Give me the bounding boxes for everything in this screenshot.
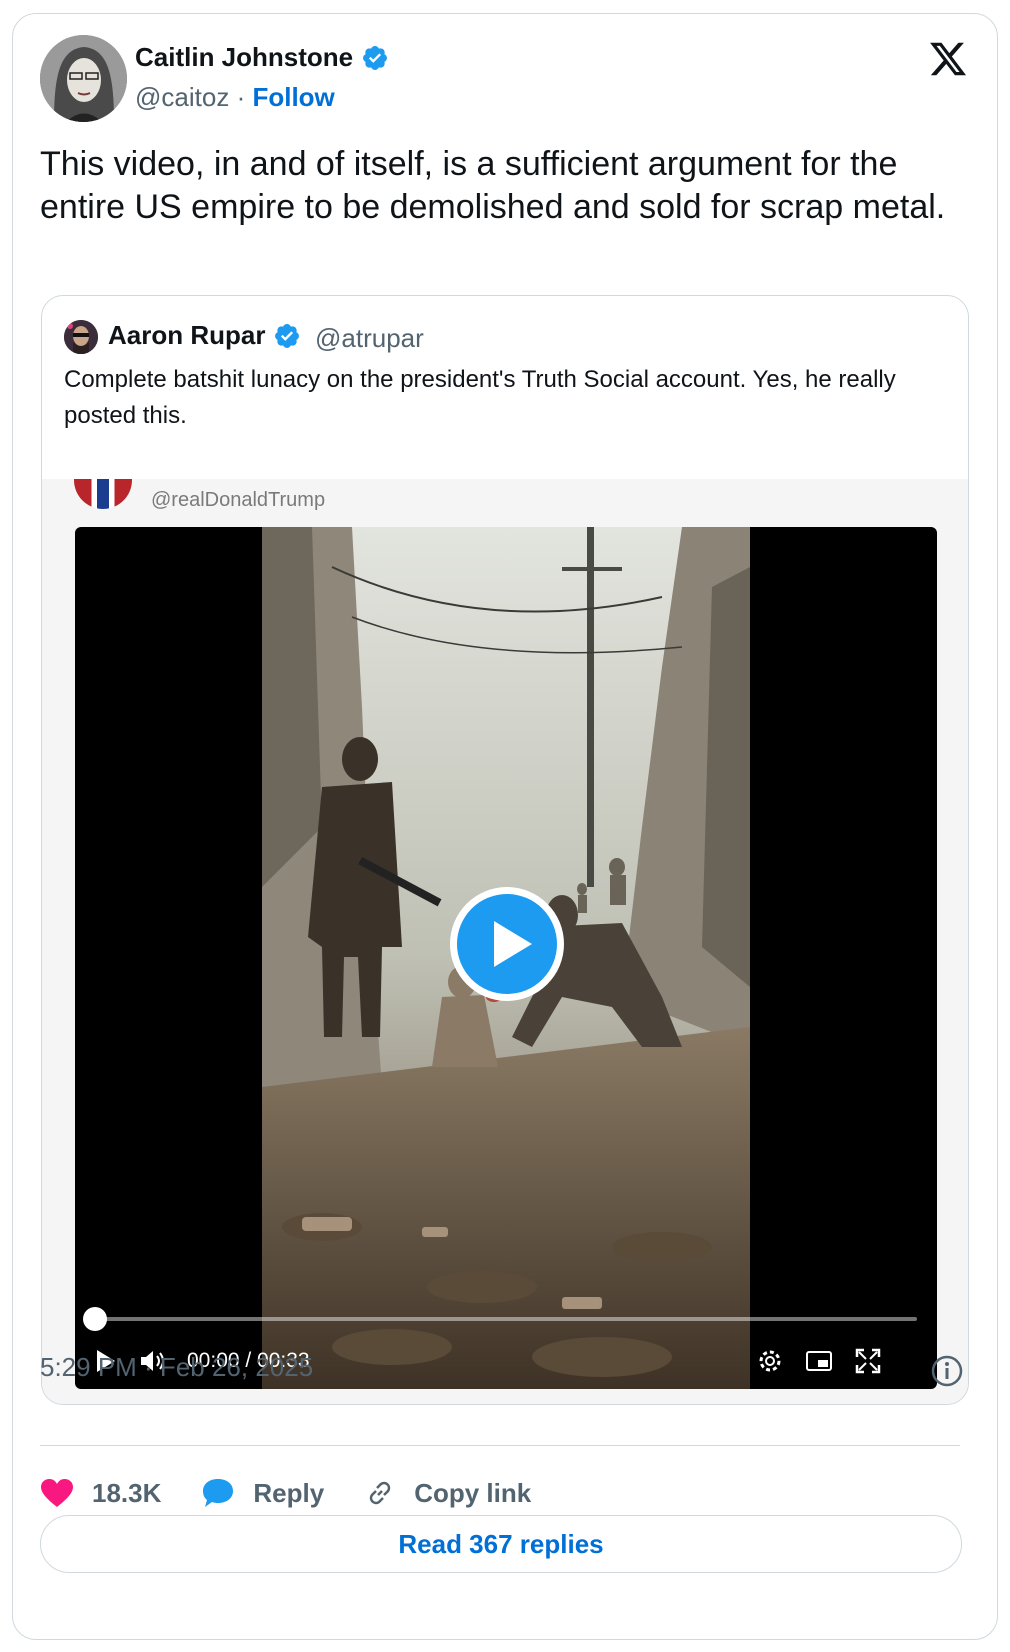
play-button-icon[interactable] bbox=[448, 885, 566, 1003]
follow-button[interactable]: Follow bbox=[252, 82, 334, 112]
tweet-text: This video, in and of itself, is a suffi… bbox=[40, 145, 946, 226]
author-avatar[interactable] bbox=[40, 35, 127, 122]
separator: · bbox=[236, 82, 246, 112]
embedded-handle: @realDonaldTrump bbox=[151, 489, 326, 511]
video-progress-bar[interactable] bbox=[83, 1307, 917, 1331]
truth-social-avatar bbox=[74, 479, 132, 509]
quoted-tweet-text: Complete batshit lunacy on the president… bbox=[64, 366, 896, 429]
copy-link-button[interactable]: Copy link bbox=[364, 1477, 531, 1509]
read-replies-button[interactable]: Read 367 replies bbox=[40, 1515, 962, 1573]
settings-icon[interactable] bbox=[757, 1348, 783, 1374]
tweet-timestamp[interactable]: 5:29 PM · Feb 26, 2025 bbox=[40, 1352, 313, 1383]
reply-label: Reply bbox=[253, 1477, 325, 1508]
author-handle-row: @caitoz · Follow bbox=[135, 82, 335, 113]
reply-button[interactable]: Reply bbox=[201, 1477, 324, 1509]
author-handle[interactable]: @caitoz bbox=[135, 82, 229, 112]
tweet-actions: 18.3K Reply Copy link bbox=[40, 1468, 571, 1518]
like-count: 18.3K bbox=[92, 1477, 162, 1508]
author-name[interactable]: Caitlin Johnstone bbox=[135, 42, 389, 73]
fullscreen-icon[interactable] bbox=[855, 1348, 881, 1374]
divider bbox=[40, 1445, 960, 1446]
embedded-media: @realDonaldTrump 00:00 / 00:33 bbox=[42, 479, 968, 1404]
reply-bubble-icon bbox=[203, 1479, 234, 1507]
pip-icon[interactable] bbox=[805, 1349, 833, 1373]
quoted-author-name-text: Aaron Rupar bbox=[108, 320, 266, 350]
quoted-tweet[interactable]: Aaron Rupar @atrupar Complete batshit lu… bbox=[41, 295, 969, 1405]
heart-icon bbox=[41, 1479, 73, 1507]
like-button[interactable]: 18.3K bbox=[40, 1478, 161, 1509]
video-player[interactable]: 00:00 / 00:33 bbox=[75, 527, 937, 1389]
verified-badge-icon bbox=[363, 45, 388, 70]
quoted-author-handle: @atrupar bbox=[315, 323, 424, 353]
link-icon bbox=[369, 1481, 391, 1505]
quoted-author-name: Aaron Rupar bbox=[108, 320, 301, 351]
x-logo-icon[interactable] bbox=[928, 39, 968, 79]
info-icon[interactable] bbox=[930, 1354, 964, 1388]
verified-badge-icon bbox=[275, 323, 300, 348]
video-progress-handle[interactable] bbox=[83, 1307, 107, 1331]
copy-link-label: Copy link bbox=[414, 1477, 532, 1508]
read-replies-label: Read 367 replies bbox=[398, 1528, 604, 1559]
author-name-text: Caitlin Johnstone bbox=[135, 42, 354, 72]
quoted-author-avatar bbox=[64, 320, 98, 354]
